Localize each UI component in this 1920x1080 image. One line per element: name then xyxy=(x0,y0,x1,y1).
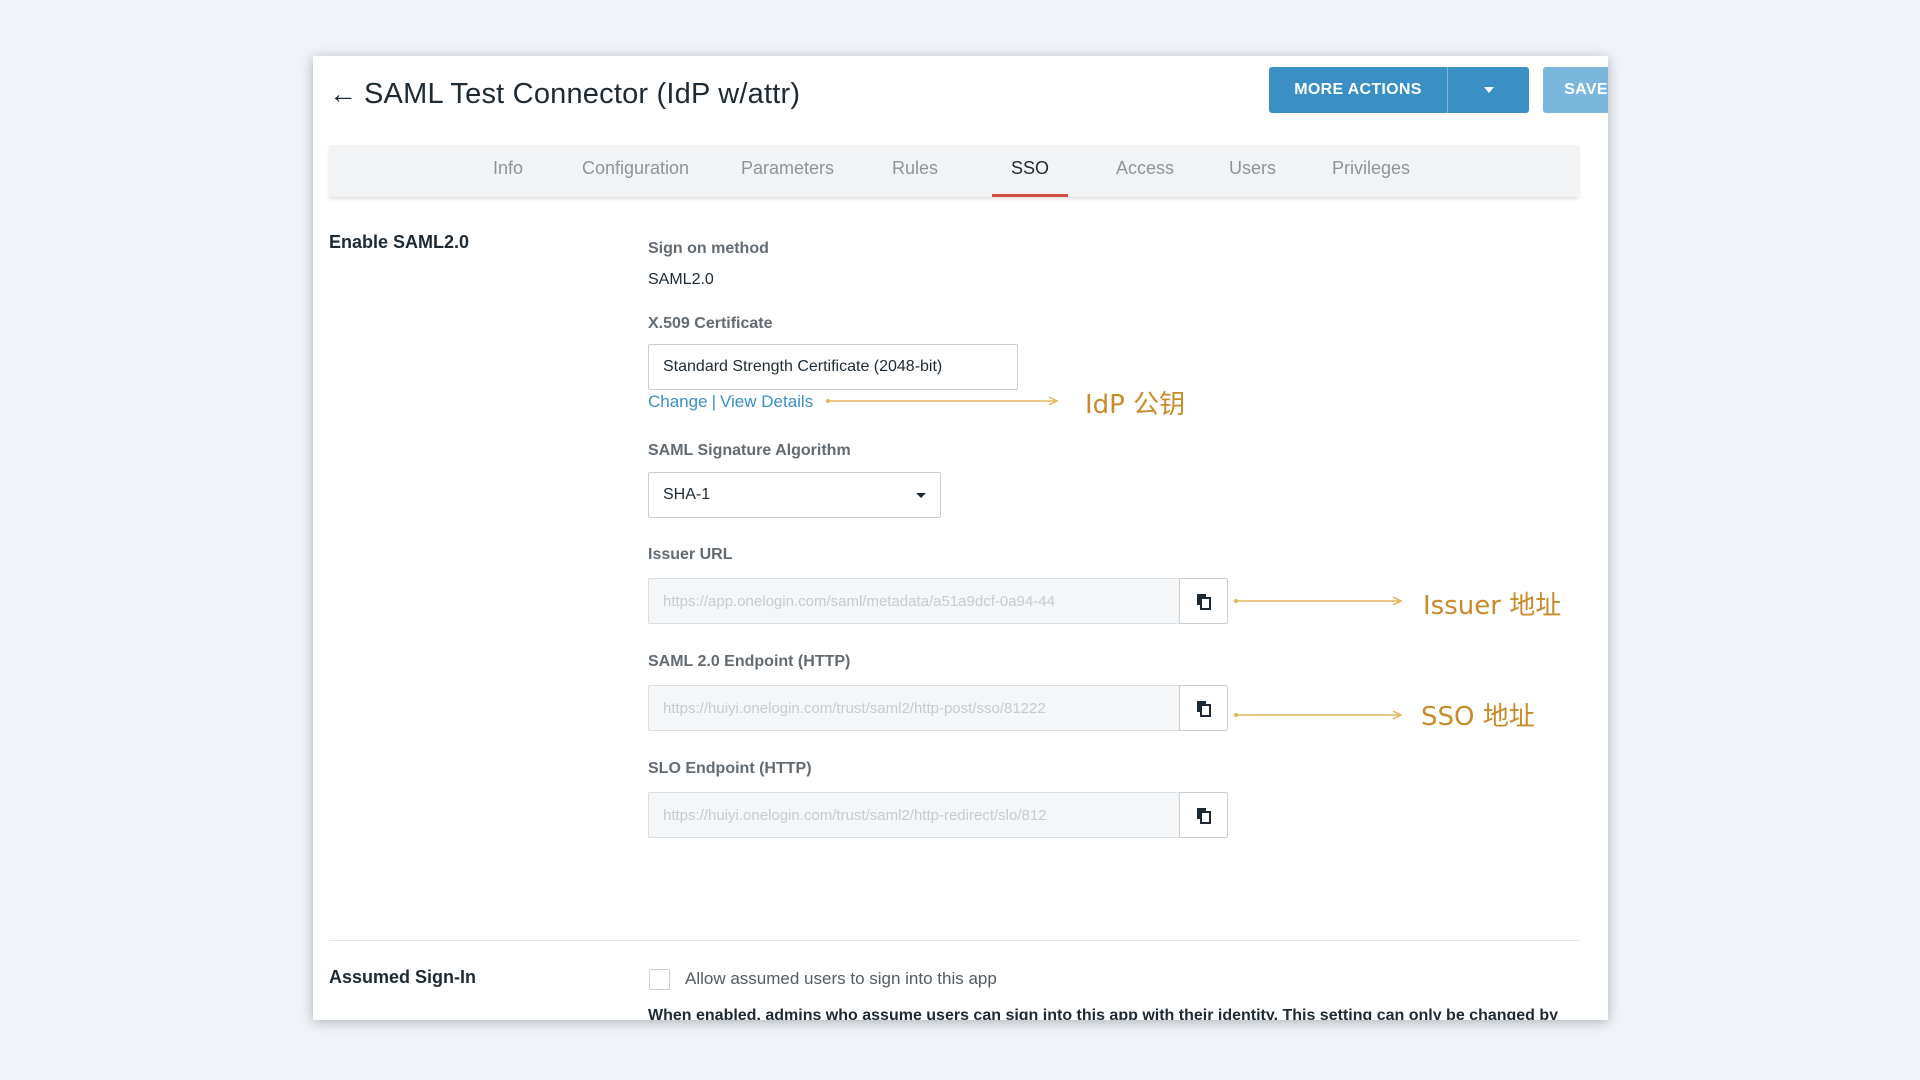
saml-endpoint-label: SAML 2.0 Endpoint (HTTP) xyxy=(648,653,851,670)
change-certificate-link[interactable]: Change xyxy=(648,392,708,411)
slo-endpoint-input[interactable] xyxy=(648,792,1180,838)
sso-arrow xyxy=(1234,710,1403,720)
annotation-sso: SSO 地址 xyxy=(1421,702,1535,732)
certificate-label: X.509 Certificate xyxy=(648,315,773,332)
view-details-link[interactable]: View Details xyxy=(720,392,813,411)
issuer-arrow xyxy=(1234,596,1403,606)
tab-parameters[interactable]: Parameters xyxy=(741,145,834,197)
issuer-url-label: Issuer URL xyxy=(648,546,733,563)
assumed-sign-in-note: When enabled, admins who assume users ca… xyxy=(648,1007,1559,1020)
section-divider xyxy=(329,940,1579,941)
allow-assumed-users-checkbox[interactable] xyxy=(649,969,670,990)
idp-key-arrow xyxy=(826,396,1059,406)
copy-slo-endpoint-button[interactable] xyxy=(1179,792,1228,838)
copy-icon xyxy=(1196,593,1211,610)
saml-endpoint-input[interactable] xyxy=(648,685,1180,731)
tab-privileges[interactable]: Privileges xyxy=(1332,145,1410,197)
copy-icon xyxy=(1196,700,1211,717)
issuer-url-input[interactable] xyxy=(648,578,1180,624)
page-header: ← SAML Test Connector (IdP w/attr) MORE … xyxy=(329,56,1608,144)
certificate-links: Change | View Details xyxy=(648,392,813,412)
slo-endpoint-label: SLO Endpoint (HTTP) xyxy=(648,760,812,777)
sign-on-method-value: SAML2.0 xyxy=(648,271,714,288)
signature-algorithm-label: SAML Signature Algorithm xyxy=(648,442,851,459)
left-arrow-icon[interactable]: ← xyxy=(329,74,357,114)
link-separator: | xyxy=(711,392,716,411)
signature-algorithm-select[interactable]: SHA-1 xyxy=(648,472,941,518)
certificate-value: Standard Strength Certificate (2048-bit) xyxy=(648,344,1018,390)
tab-rules[interactable]: Rules xyxy=(892,145,938,197)
tab-info[interactable]: Info xyxy=(493,145,523,197)
more-actions-button-group: MORE ACTIONS xyxy=(1269,67,1529,113)
allow-assumed-users-label: Allow assumed users to sign into this ap… xyxy=(685,969,997,988)
tab-users[interactable]: Users xyxy=(1229,145,1276,197)
section-title-assumed: Assumed Sign-In xyxy=(329,967,477,987)
section-title-saml: Enable SAML2.0 xyxy=(329,232,470,252)
more-actions-dropdown-toggle[interactable] xyxy=(1447,67,1529,113)
caret-down-icon xyxy=(1483,87,1494,93)
more-actions-button[interactable]: MORE ACTIONS xyxy=(1269,67,1447,113)
copy-issuer-url-button[interactable] xyxy=(1179,578,1228,624)
copy-saml-endpoint-button[interactable] xyxy=(1179,685,1228,731)
app-detail-card: ← SAML Test Connector (IdP w/attr) MORE … xyxy=(313,56,1608,1020)
signature-algorithm-value: SHA-1 xyxy=(663,486,711,503)
tab-sso[interactable]: SSO xyxy=(991,145,1069,197)
caret-down-icon xyxy=(916,493,926,498)
save-button[interactable]: SAVE xyxy=(1543,67,1608,113)
page-title: SAML Test Connector (IdP w/attr) xyxy=(364,78,801,110)
tab-access[interactable]: Access xyxy=(1116,145,1174,197)
tab-bar: Info Configuration Parameters Rules SSO … xyxy=(329,145,1579,197)
tab-configuration[interactable]: Configuration xyxy=(582,145,689,197)
annotation-issuer: Issuer 地址 xyxy=(1423,591,1562,621)
copy-icon xyxy=(1196,807,1211,824)
annotation-idp-key: IdP 公钥 xyxy=(1085,390,1186,420)
sign-on-method-label: Sign on method xyxy=(648,240,769,257)
